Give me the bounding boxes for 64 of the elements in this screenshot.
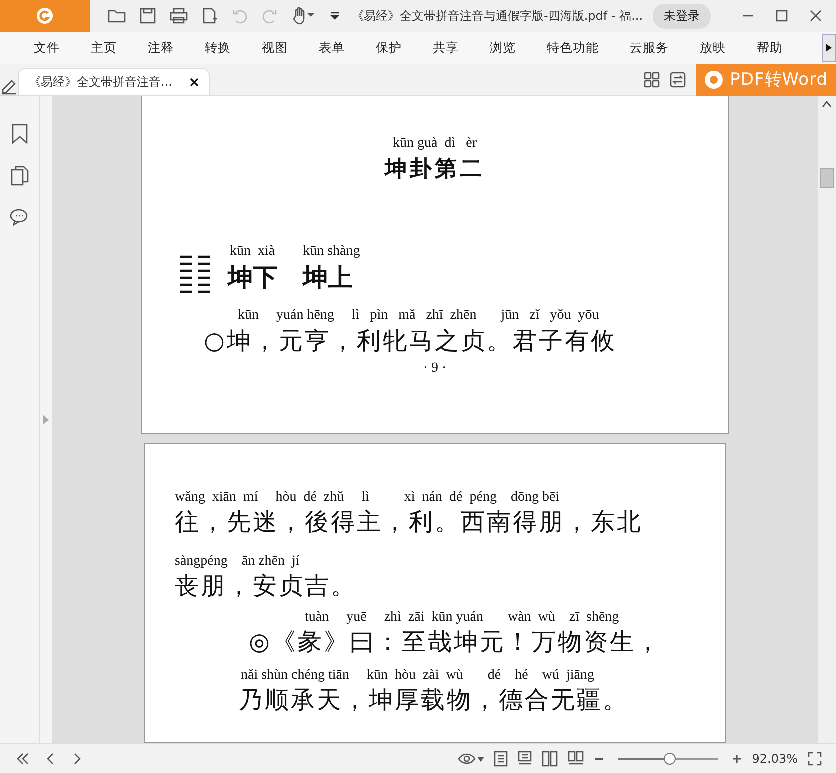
scrollbar-thumb[interactable]	[820, 168, 834, 188]
print-icon[interactable]	[170, 8, 188, 24]
menu-item[interactable]: 转换	[193, 40, 243, 56]
pinyin-text: kūn guà dì èr	[393, 136, 477, 152]
pinyin-text: sàngpéng ān zhēn jí	[175, 554, 300, 570]
right-arrow-icon	[826, 44, 832, 52]
page-number: · 9 ·	[423, 361, 447, 377]
menu-item[interactable]: 表单	[307, 40, 357, 56]
fullscreen-icon[interactable]	[808, 752, 822, 766]
single-page-icon[interactable]	[494, 750, 508, 766]
window-title: 《易经》全文带拼音注音与通假字版-四海版.pdf - 福...	[352, 8, 644, 24]
zoom-level: 92.03%	[752, 752, 798, 766]
chapter-title: 坤卦第二	[385, 156, 485, 184]
menu-item[interactable]: 主页	[79, 40, 129, 56]
convert-logo-icon	[704, 70, 724, 90]
zoom-slider-thumb[interactable]	[664, 752, 676, 764]
continuous-page-icon[interactable]	[518, 750, 532, 766]
previous-page-icon[interactable]	[46, 752, 56, 764]
menu-item[interactable]: 视图	[250, 40, 300, 56]
first-page-icon[interactable]	[16, 752, 30, 764]
eye-icon[interactable]	[458, 752, 484, 764]
maximize-icon[interactable]	[776, 10, 788, 22]
menu-item[interactable]: 浏览	[478, 40, 528, 56]
classical-text: 乃顺承天，坤厚载物，德合无疆。	[239, 685, 629, 716]
menu-item[interactable]: 云服务	[618, 40, 681, 56]
classical-text: 丧朋，安贞吉。	[175, 571, 357, 602]
pinyin-text: kūn xià kūn shàng	[230, 244, 360, 260]
menu-item[interactable]: 文件	[22, 40, 72, 56]
close-icon[interactable]	[810, 10, 822, 22]
zoom-in-icon[interactable]	[732, 754, 742, 764]
dropdown-caret-icon[interactable]	[330, 11, 340, 21]
pinyin-text: nǎi shùn chéng tiān kūn hòu zài wù dé hé wú jiāng	[241, 668, 594, 684]
classical-text: ◎《彖》曰：至哉坤元！万物资生，	[249, 627, 662, 658]
menu-item[interactable]: 放映	[688, 40, 738, 56]
folder-icon[interactable]	[108, 8, 126, 24]
pinyin-text: tuàn yuē zhì zāi kūn yuán wàn wù zī shēng	[305, 610, 620, 626]
menu-item[interactable]: 共享	[421, 40, 471, 56]
bookmark-icon[interactable]	[12, 124, 28, 144]
grid-view-icon[interactable]	[644, 72, 660, 88]
pinyin-text: wǎng xiān mí hòu dé zhǔ lì xì nán dé péng dōng bēi	[175, 490, 560, 506]
new-document-icon[interactable]	[202, 8, 218, 24]
menu-item[interactable]: 注释	[136, 40, 186, 56]
classical-text: 往，先迷，後得主，利。西南得朋，东北	[175, 507, 643, 538]
classical-text: ○坤，元亨，利牝马之贞。君子有攸	[204, 326, 617, 357]
pages-icon[interactable]	[10, 166, 28, 186]
menu-item[interactable]: 保护	[364, 40, 414, 56]
next-page-icon[interactable]	[72, 752, 82, 764]
logo-icon	[36, 7, 54, 25]
save-icon[interactable]	[140, 8, 156, 24]
hexagram-title: 坤下 坤上	[228, 262, 353, 294]
more-menu-button[interactable]	[822, 34, 836, 62]
document-tab[interactable]: 《易经》全文带拼音注音...	[18, 68, 210, 95]
hexagram-icon	[180, 254, 210, 296]
login-button[interactable]: 未登录	[653, 4, 712, 28]
hand-tool-icon[interactable]	[292, 7, 316, 25]
pinyin-text: kūn yuán hēng lì pìn mǎ zhī zhēn jūn zǐ yǒu yōu	[238, 308, 600, 324]
close-icon[interactable]	[190, 78, 200, 86]
comments-icon[interactable]	[10, 208, 30, 226]
menu-item[interactable]: 特色功能	[535, 40, 611, 56]
scroll-up-icon[interactable]	[822, 100, 832, 108]
swap-icon[interactable]	[670, 72, 686, 88]
two-page-icon[interactable]	[542, 750, 558, 766]
menu-item[interactable]: 帮助	[745, 40, 795, 56]
two-page-continuous-icon[interactable]	[568, 750, 584, 766]
